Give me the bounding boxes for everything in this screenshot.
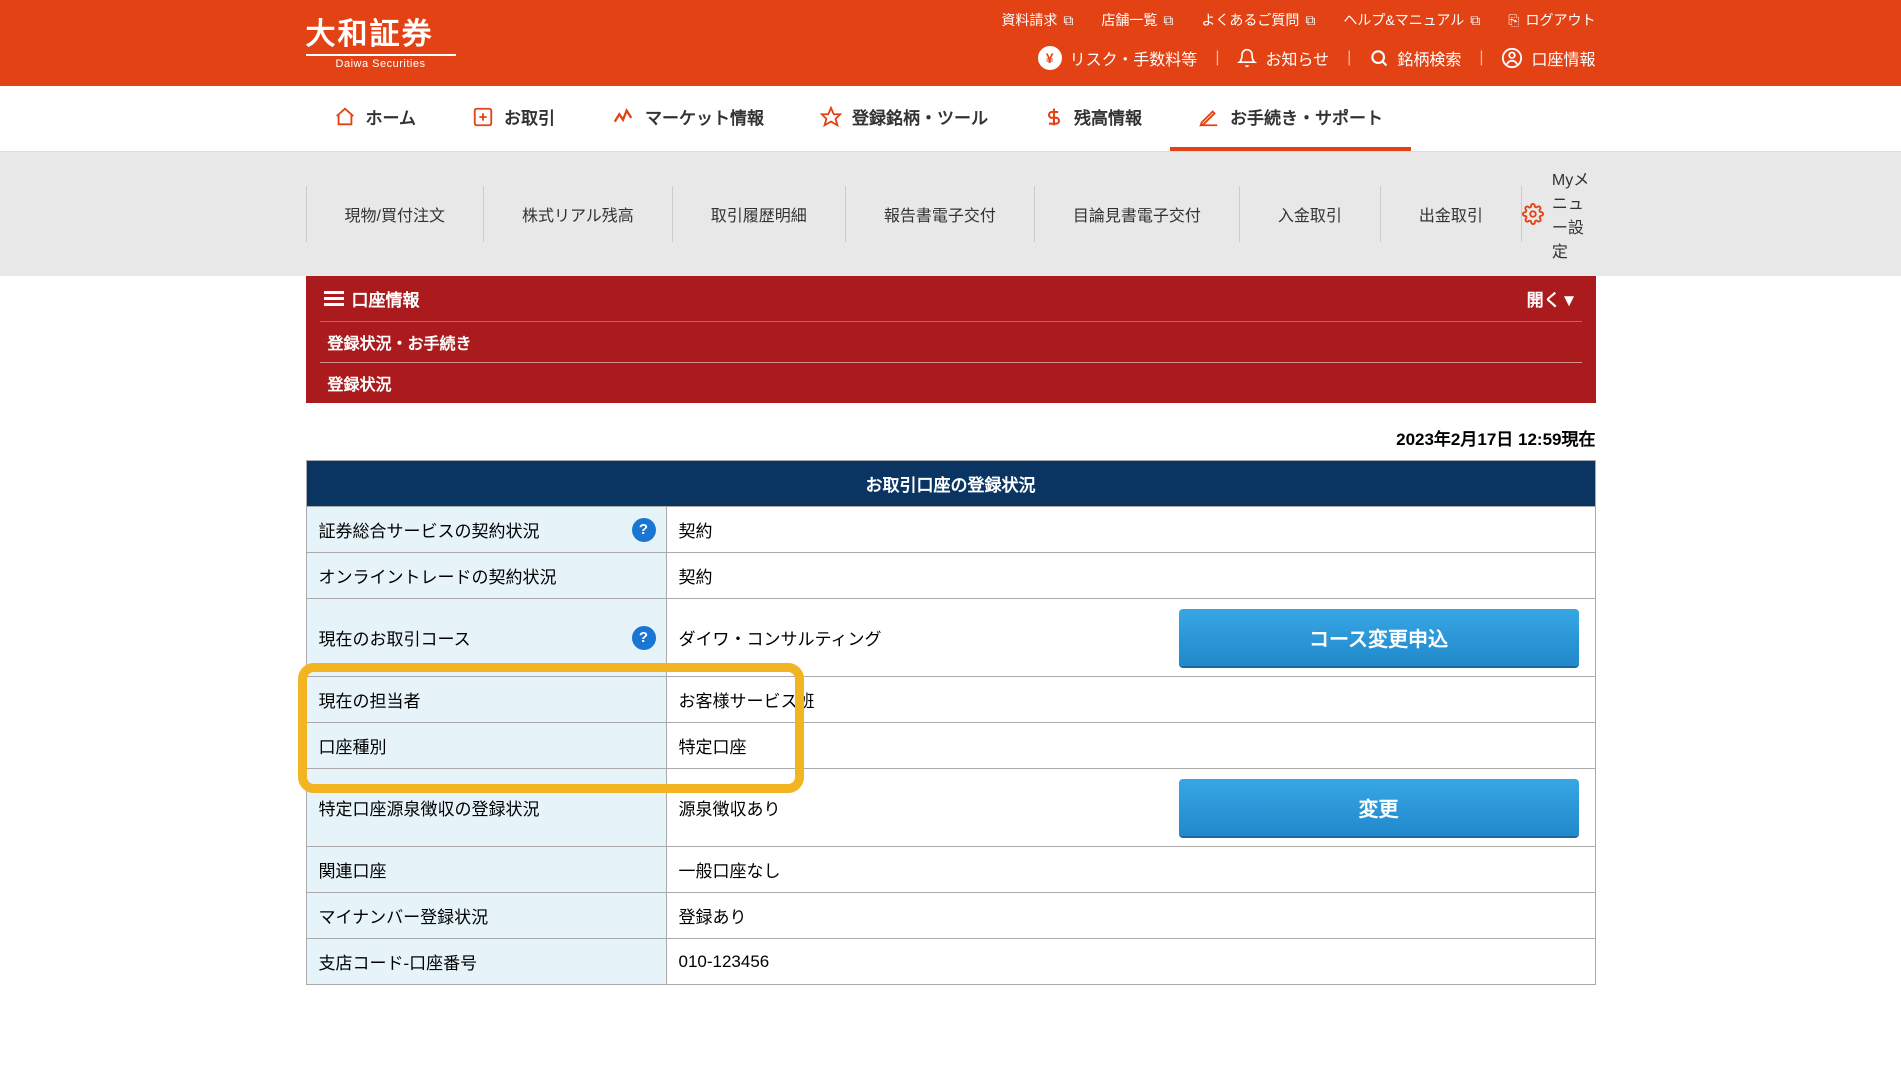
subnav-item[interactable]: 株式リアル残高 — [484, 186, 673, 242]
table-row: 口座種別 特定口座 — [306, 723, 1595, 769]
menu-search[interactable]: 銘柄検索 — [1369, 46, 1461, 70]
table-row: 関連口座 一般口座なし — [306, 847, 1595, 893]
link-shiryou[interactable]: 資料請求⧉ — [1001, 10, 1073, 30]
subnav-item[interactable]: 現物/買付注文 — [306, 186, 484, 242]
link-logout[interactable]: ⎘ログアウト — [1508, 10, 1595, 30]
mymenu-button[interactable]: Myメニュー設定 — [1522, 152, 1596, 276]
strip-expand-button[interactable]: 開く▼ — [1527, 286, 1578, 311]
table-row: マイナンバー登録状況 登録あり — [306, 893, 1595, 939]
breadcrumb-line: 登録状況 — [320, 362, 1582, 403]
tab-home[interactable]: ホーム — [306, 86, 445, 151]
chart-icon — [611, 106, 635, 128]
pencil-icon — [1198, 106, 1220, 128]
user-icon — [1501, 47, 1523, 69]
tab-saved[interactable]: 登録銘柄・ツール — [792, 86, 1016, 151]
table-row: 特定口座源泉徴収の登録状況 源泉徴収あり 変更 — [306, 769, 1595, 847]
menu-risk[interactable]: ¥ リスク・手数料等 — [1038, 46, 1198, 70]
registration-status-table: お取引口座の登録状況 証券総合サービスの契約状況? 契約 オンライントレードの契… — [306, 460, 1596, 985]
home-icon — [334, 106, 356, 128]
dollar-icon — [1044, 106, 1064, 128]
timestamp: 2023年2月17日 12:59現在 — [306, 403, 1596, 460]
subnav-item[interactable]: 報告書電子交付 — [846, 186, 1035, 242]
yen-icon: ¥ — [1038, 46, 1062, 70]
external-icon: ⧉ — [1470, 12, 1480, 29]
gear-icon — [1522, 203, 1544, 225]
strip-title: 口座情報 — [352, 286, 420, 311]
help-icon[interactable]: ? — [632, 626, 656, 650]
logout-icon: ⎘ — [1508, 12, 1519, 29]
change-button[interactable]: 変更 — [1179, 779, 1579, 836]
search-icon — [1369, 48, 1389, 68]
table-row: 現在のお取引コース? ダイワ・コンサルティング コース変更申込 — [306, 599, 1595, 677]
table-row: 証券総合サービスの契約状況? 契約 — [306, 507, 1595, 553]
table-row: 支店コード-口座番号 010-123456 — [306, 939, 1595, 985]
help-icon[interactable]: ? — [632, 518, 656, 542]
table-row: 現在の担当者 お客様サービス班 — [306, 677, 1595, 723]
subnav-item[interactable]: 出金取引 — [1381, 186, 1522, 242]
tab-support[interactable]: お手続き・サポート — [1170, 86, 1411, 151]
tab-balance[interactable]: 残高情報 — [1016, 86, 1170, 151]
brand-logo[interactable]: 大和証券 Daiwa Securities — [221, 0, 456, 86]
menu-account[interactable]: 口座情報 — [1501, 46, 1595, 70]
menu-notice[interactable]: お知らせ — [1237, 46, 1329, 70]
course-change-button[interactable]: コース変更申込 — [1179, 609, 1579, 666]
trade-icon — [472, 106, 494, 128]
account-info-strip: 口座情報 開く▼ 登録状況・お手続き 登録状況 — [306, 276, 1596, 403]
star-icon — [820, 106, 842, 128]
link-faq[interactable]: よくあるご質問⧉ — [1201, 10, 1315, 30]
tab-market[interactable]: マーケット情報 — [583, 86, 792, 151]
link-tenpo[interactable]: 店舗一覧⧉ — [1101, 10, 1173, 30]
link-help[interactable]: ヘルプ&マニュアル⧉ — [1343, 10, 1480, 30]
tab-trade[interactable]: お取引 — [444, 86, 583, 151]
table-row: オンライントレードの契約状況 契約 — [306, 553, 1595, 599]
hamburger-icon — [324, 291, 344, 307]
external-icon: ⧉ — [1063, 12, 1073, 29]
table-title: お取引口座の登録状況 — [306, 461, 1595, 507]
bell-icon — [1237, 48, 1257, 68]
external-icon: ⧉ — [1163, 12, 1173, 29]
subnav-item[interactable]: 目論見書電子交付 — [1035, 186, 1240, 242]
subnav-item[interactable]: 取引履歴明細 — [673, 186, 846, 242]
subnav-item[interactable]: 入金取引 — [1240, 186, 1381, 242]
external-icon: ⧉ — [1305, 12, 1315, 29]
breadcrumb-line: 登録状況・お手続き — [320, 321, 1582, 362]
